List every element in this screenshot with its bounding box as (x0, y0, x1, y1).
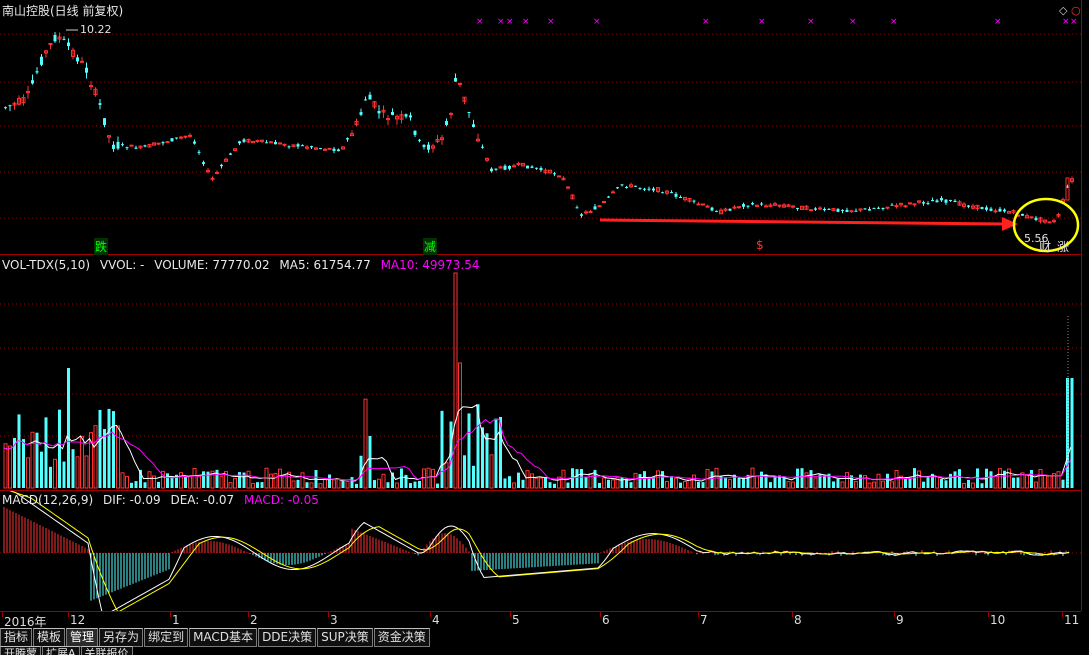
axis-label: 12 (70, 613, 86, 627)
svg-text:×: × (849, 17, 857, 27)
right-border (1081, 0, 1082, 611)
volume-bars[interactable] (0, 256, 1081, 490)
bottom-tab-0[interactable]: 开腾蒙 (0, 646, 41, 655)
axis-label: 10 (990, 613, 1006, 627)
svg-text:×: × (758, 17, 766, 27)
toolbar-tab-7[interactable]: SUP决策 (317, 628, 373, 647)
svg-text:×: × (476, 17, 484, 27)
axis-label: 7 (700, 613, 708, 627)
vol-indicator-name[interactable]: VOL-TDX(5,10) (2, 258, 90, 272)
bottom-tab-1[interactable]: 扩展A (42, 646, 80, 655)
dea-value: DEA: -0.07 (170, 493, 235, 507)
bottom-tab-bar: 开腾蒙 扩展A 关联报价 (0, 646, 1089, 655)
svg-text:×: × (1062, 17, 1070, 27)
axis-tick (792, 612, 793, 617)
svg-text:×: × (547, 17, 555, 27)
bottom-tab-2[interactable]: 关联报价 (80, 646, 133, 655)
axis-tick (600, 612, 601, 617)
candlestick-chart[interactable]: × × × × × × × × × × × × × × (0, 0, 1081, 254)
axis-label: 2 (250, 613, 258, 627)
axis-tick (510, 612, 511, 617)
svg-text:×: × (702, 17, 710, 27)
axis-tick (1062, 612, 1063, 617)
signal-dollar[interactable]: $ (755, 238, 765, 252)
price-panel-title: 南山控股(日线 前复权) (2, 4, 124, 18)
volume-value: VOLUME: 77770.02 (154, 258, 270, 272)
svg-text:×: × (593, 17, 601, 27)
macd-indicator-name[interactable]: MACD(12,26,9) (2, 493, 93, 507)
ma10-value: MA10: 49973.54 (380, 258, 480, 272)
svg-text:×: × (506, 17, 514, 27)
indicator-toolbar: 指标 模板 管理 另存为 绑定到 MACD基本 DDE决策 SUP决策 资金决策 (0, 628, 1089, 647)
toolbar-tab-8[interactable]: 资金决策 (373, 628, 430, 647)
axis-tick (2, 612, 3, 617)
axis-label: 3 (330, 613, 338, 627)
macd-panel-header: MACD(12,26,9) DIF: -0.09 DEA: -0.07 MACD… (2, 493, 325, 507)
axis-tick (68, 612, 69, 617)
svg-text:×: × (522, 17, 530, 27)
axis-tick (430, 612, 431, 617)
candles (4, 32, 1074, 225)
toolbar-tab-6[interactable]: DDE决策 (258, 628, 317, 647)
toolbar-tab-4[interactable]: 绑定到 (144, 628, 189, 647)
axis-tick (170, 612, 171, 617)
svg-text:×: × (807, 17, 815, 27)
macd-value: MACD: -0.05 (244, 493, 319, 507)
axis-label: 9 (896, 613, 904, 627)
ma5-value: MA5: 61754.77 (279, 258, 371, 272)
toolbar-tab-2[interactable]: 管理 (66, 628, 99, 647)
macd-chart[interactable] (0, 491, 1081, 611)
axis-label: 5 (512, 613, 520, 627)
toolbar-tab-1[interactable]: 模板 (33, 628, 66, 647)
svg-text:×: × (890, 17, 898, 27)
axis-label: 6 (602, 613, 610, 627)
axis-label: 1 (172, 613, 180, 627)
time-axis: 2016年 12 1 2 3 4 5 6 7 8 9 10 11 (0, 612, 1081, 629)
svg-text:×: × (994, 17, 1002, 27)
circle-icon[interactable]: ○ (1070, 4, 1082, 17)
signal-zhang[interactable]: 涨 (1056, 238, 1070, 255)
vvol-value: VVOL: - (99, 258, 145, 272)
high-price-label: 10.22 (80, 23, 112, 36)
svg-text:×: × (1070, 17, 1078, 27)
signal-jian[interactable]: 减 (423, 238, 438, 255)
toolbar-tab-3[interactable]: 另存为 (99, 628, 144, 647)
price-chart-panel[interactable]: × × × × × × × × × × × × × × 南山控股(日线 前复权) 10.22 5.56 跌… (0, 0, 1081, 255)
axis-tick (894, 612, 895, 617)
axis-tick (988, 612, 989, 617)
macd-chart-panel[interactable]: MACD(12,26,9) DIF: -0.09 DEA: -0.07 MACD… (0, 491, 1081, 612)
signal-cai[interactable]: 财 (1038, 238, 1052, 255)
volume-panel-header: VOL-TDX(5,10) VVOL: - VOLUME: 77770.02 M… (2, 258, 486, 272)
toolbar-tab-5[interactable]: MACD基本 (189, 628, 258, 647)
signal-die[interactable]: 跌 (94, 238, 109, 255)
toolbar-tab-0[interactable]: 指标 (0, 628, 33, 647)
axis-label: 11 (1064, 613, 1080, 627)
volume-chart-panel[interactable]: VOL-TDX(5,10) VVOL: - VOLUME: 77770.02 M… (0, 256, 1081, 491)
dif-value: DIF: -0.09 (102, 493, 161, 507)
axis-tick (248, 612, 249, 617)
axis-tick (698, 612, 699, 617)
axis-label: 4 (432, 613, 440, 627)
axis-tick (328, 612, 329, 617)
axis-label: 8 (794, 613, 802, 627)
vol-bars (3, 272, 1074, 489)
svg-text:×: × (497, 17, 505, 27)
diamond-icon[interactable]: ◇ (1058, 4, 1068, 17)
